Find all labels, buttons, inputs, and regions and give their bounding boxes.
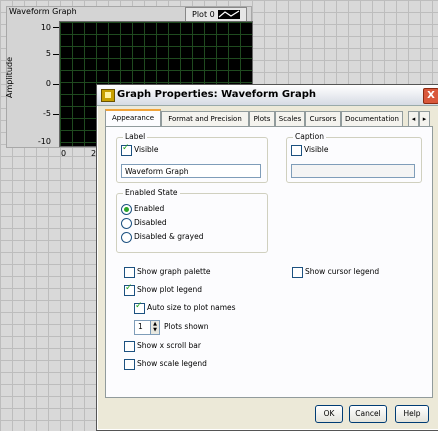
cancel-button[interactable]: Cancel xyxy=(349,405,387,423)
labview-app-icon xyxy=(101,89,115,102)
help-button[interactable]: Help xyxy=(395,405,429,423)
x-tick-label: 0 xyxy=(61,149,67,158)
stepper-arrows-icon[interactable]: ▲ ▼ xyxy=(150,321,159,334)
show-x-scroll-label: Show x scroll bar xyxy=(137,341,201,350)
show-x-scroll-checkbox[interactable] xyxy=(124,341,135,352)
show-cursor-legend-checkbox[interactable] xyxy=(292,267,303,278)
enabled-radio-label: Enabled xyxy=(134,204,165,213)
appearance-panel: Label Visible Waveform Graph Caption Vis… xyxy=(105,126,433,398)
enabled-state-group: Enabled State Enabled Disabled Disabled … xyxy=(116,188,268,253)
plot-legend-label: Plot 0 xyxy=(192,10,215,19)
label-visible-text: Visible xyxy=(134,145,159,154)
tab-scroll-right-button[interactable]: ▸ xyxy=(419,111,430,127)
y-tick-label: 5 xyxy=(45,49,51,58)
plots-shown-value: 1 xyxy=(138,322,143,331)
caption-group: Caption Visible xyxy=(286,132,422,183)
dialog-titlebar[interactable]: Graph Properties: Waveform Graph X xyxy=(97,85,438,106)
y-tick-label: -10 xyxy=(37,137,51,146)
plots-shown-stepper[interactable]: 1 ▲ ▼ xyxy=(134,320,160,335)
auto-size-checkbox[interactable] xyxy=(134,301,145,314)
tab-scroll-left-button[interactable]: ◂ xyxy=(408,111,419,127)
enabled-state-title: Enabled State xyxy=(123,188,180,197)
show-scale-legend-checkbox[interactable] xyxy=(124,359,135,370)
caption-visible-checkbox[interactable] xyxy=(291,145,302,156)
tab-appearance[interactable]: Appearance xyxy=(105,109,161,127)
show-graph-palette-checkbox[interactable] xyxy=(124,267,135,278)
dialog-title: Graph Properties: Waveform Graph xyxy=(117,89,317,100)
y-axis-label: Amplitude xyxy=(5,57,14,98)
show-graph-palette-label: Show graph palette xyxy=(137,267,211,276)
y-tick-label: -5 xyxy=(43,109,51,118)
show-plot-legend-label: Show plot legend xyxy=(137,285,202,294)
disabled-radio[interactable] xyxy=(121,218,132,229)
caption-visible-text: Visible xyxy=(304,145,329,154)
show-cursor-legend-label: Show cursor legend xyxy=(305,267,380,276)
label-visible-checkbox[interactable] xyxy=(121,143,132,156)
tab-plots[interactable]: Plots xyxy=(249,111,275,126)
graph-properties-dialog: Graph Properties: Waveform Graph X Appea… xyxy=(96,84,438,431)
plot-line-swatch-icon xyxy=(218,10,240,19)
show-scale-legend-label: Show scale legend xyxy=(137,359,207,368)
label-text-field[interactable]: Waveform Graph xyxy=(121,164,261,178)
auto-size-label: Auto size to plot names xyxy=(147,303,236,312)
tab-format-and-precision[interactable]: Format and Precision xyxy=(161,111,249,126)
tab-cursors[interactable]: Cursors xyxy=(305,111,341,126)
tab-documentation[interactable]: Documentation xyxy=(341,111,403,126)
disabled-grayed-radio[interactable] xyxy=(121,232,132,243)
tab-strip: Appearance Format and Precision Plots Sc… xyxy=(105,109,438,127)
graph-title: Waveform Graph xyxy=(9,7,77,16)
y-tick-label: 0 xyxy=(45,79,51,88)
caption-text-field[interactable] xyxy=(291,164,415,178)
close-button[interactable]: X xyxy=(423,88,438,104)
tab-scales[interactable]: Scales xyxy=(275,111,305,126)
show-plot-legend-checkbox[interactable] xyxy=(124,283,135,296)
caption-group-title: Caption xyxy=(293,132,326,141)
label-group: Label Visible Waveform Graph xyxy=(116,132,268,183)
plots-shown-label: Plots shown xyxy=(164,322,209,331)
disabled-radio-label: Disabled xyxy=(134,218,167,227)
enabled-radio[interactable] xyxy=(121,204,132,215)
y-tick-label: 10 xyxy=(40,23,51,32)
disabled-grayed-radio-label: Disabled & grayed xyxy=(134,232,204,241)
label-group-title: Label xyxy=(123,132,148,141)
ok-button[interactable]: OK xyxy=(315,405,343,423)
